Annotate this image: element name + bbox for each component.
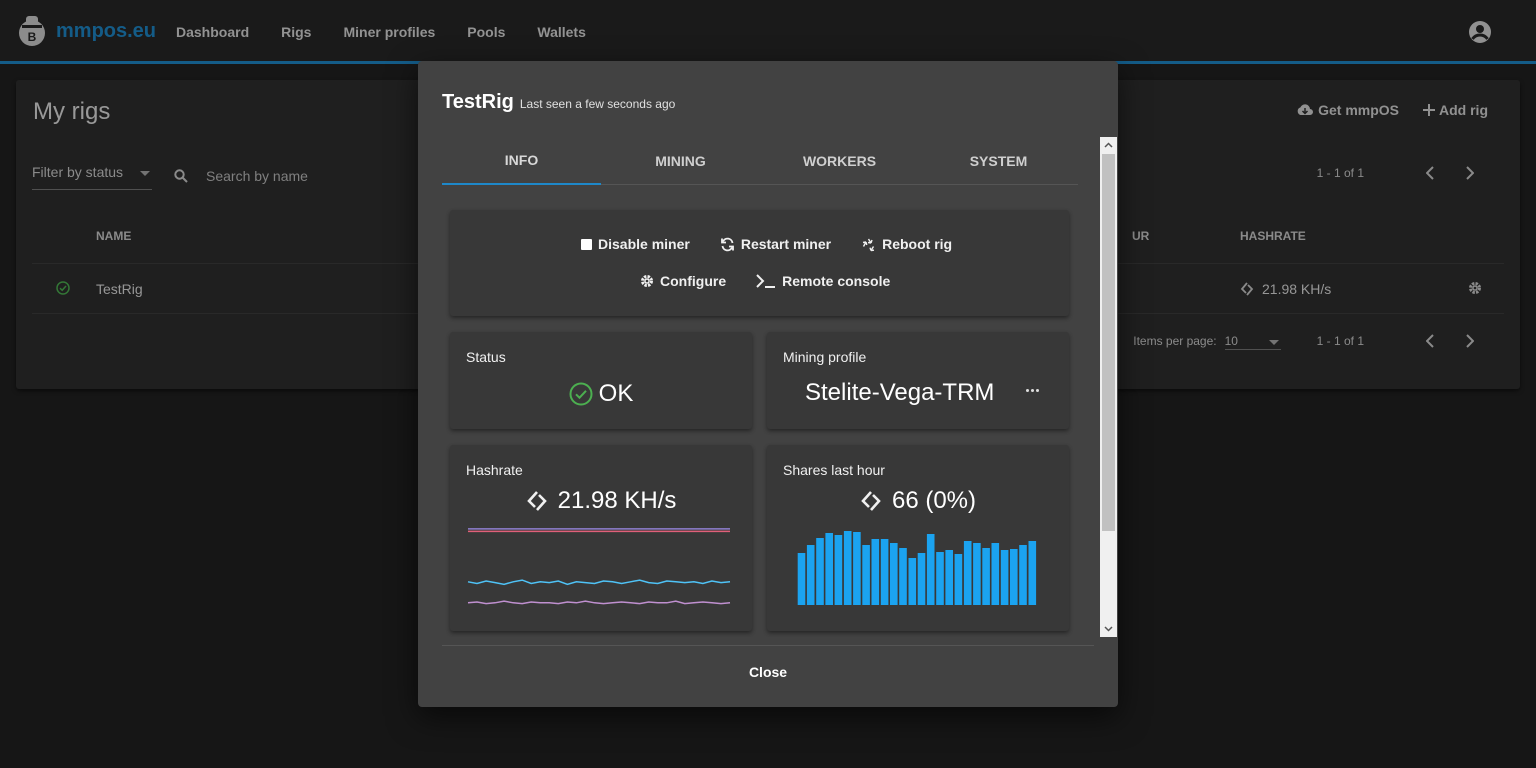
hashrate-chart (467, 528, 731, 605)
dialog-tabs: INFO MINING WORKERS SYSTEM (442, 137, 1078, 185)
scroll-up-arrow-icon[interactable] (1104, 141, 1113, 150)
shares-bar (917, 553, 926, 605)
gear-icon (641, 275, 653, 287)
shares-bar (954, 554, 963, 605)
shares-bar (806, 545, 815, 605)
rig-details-dialog: TestRig Last seen a few seconds ago INFO… (418, 61, 1118, 707)
reboot-rig-button[interactable]: Reboot rig (861, 236, 952, 252)
shares-value-text: 66 (0%) (891, 487, 977, 514)
shares-bar (936, 552, 944, 605)
last-seen-text: Last seen a few seconds ago (519, 97, 676, 111)
shares-bar (1019, 545, 1027, 605)
shares-bar (880, 539, 889, 605)
shares-bar (963, 541, 972, 605)
hashrate-icon (526, 491, 547, 511)
restart-miner-label: Restart miner (740, 236, 832, 252)
shares-label: Shares last hour (783, 462, 885, 478)
hashrate-value-text: 21.98 KH/s (557, 487, 677, 514)
shares-bar (899, 548, 907, 605)
shares-bar (843, 531, 852, 605)
dialog-content: INFO MINING WORKERS SYSTEM Disable miner… (418, 137, 1118, 637)
shares-bar (973, 543, 981, 605)
shares-bar (834, 535, 843, 605)
shares-bar (862, 545, 870, 605)
shares-chart (797, 531, 1037, 605)
close-button[interactable]: Close (718, 657, 818, 687)
dialog-scrollbar[interactable] (1100, 137, 1117, 637)
remote-console-button[interactable]: Remote console (756, 273, 890, 289)
status-label: Status (466, 349, 506, 365)
recycle-icon (862, 238, 875, 251)
shares-bar (871, 539, 880, 605)
tab-info[interactable]: INFO (442, 137, 601, 185)
more-horizontal-icon[interactable] (1026, 389, 1039, 392)
shares-bar (825, 533, 833, 605)
tab-mining[interactable]: MINING (601, 137, 760, 185)
tab-workers[interactable]: WORKERS (760, 137, 919, 185)
terminal-icon (756, 274, 776, 288)
disable-miner-checkbox[interactable] (581, 238, 592, 250)
shares-bar (1000, 550, 1009, 605)
tab-system[interactable]: SYSTEM (919, 137, 1078, 185)
dialog-divider (442, 645, 1094, 646)
shares-bar (853, 532, 861, 605)
dialog-rig-name: TestRig (442, 91, 514, 113)
disable-miner-label: Disable miner (598, 236, 690, 252)
shares-bar (908, 558, 917, 605)
scrollbar-thumb[interactable] (1102, 154, 1115, 531)
restart-miner-button[interactable]: Restart miner (720, 236, 831, 252)
status-value: OK (450, 380, 752, 408)
mining-profile-label: Mining profile (783, 349, 867, 365)
shares-bar (945, 550, 953, 605)
shares-bar (991, 543, 1000, 605)
mining-profile-panel: Mining profile Stelite-Vega-TRM (767, 332, 1069, 429)
configure-button[interactable]: Configure (640, 273, 726, 289)
reboot-rig-label: Reboot rig (882, 236, 953, 252)
remote-console-label: Remote console (782, 273, 891, 289)
shares-bar (797, 553, 806, 605)
status-panel: Status OK (450, 332, 752, 429)
hashrate-panel: Hashrate 21.98 KH/s (450, 445, 752, 631)
check-circle-icon (569, 382, 593, 406)
hashrate-series-line-2 (467, 579, 731, 586)
disable-miner-button[interactable]: Disable miner (581, 236, 690, 252)
shares-bar (1010, 549, 1018, 605)
shares-bar (926, 534, 935, 605)
mining-profile-value: Stelite-Vega-TRM (805, 379, 995, 406)
refresh-icon (720, 237, 734, 251)
actions-row-2: Configure Remote console (640, 273, 890, 289)
hashrate-label: Hashrate (466, 462, 523, 478)
shares-panel: Shares last hour 66 (0%) (767, 445, 1069, 631)
dialog-title: TestRig Last seen a few seconds ago (442, 91, 675, 114)
hashrate-value: 21.98 KH/s (450, 487, 752, 515)
shares-bar (890, 543, 898, 605)
rig-actions-panel: Disable miner Restart miner Reboot rig C… (450, 210, 1069, 316)
actions-row-1: Disable miner Restart miner Reboot rig (581, 236, 952, 252)
scroll-down-arrow-icon[interactable] (1104, 624, 1113, 633)
hashrate-series-line-3 (467, 600, 731, 605)
status-value-text: OK (598, 380, 634, 407)
shares-value: 66 (0%) (767, 487, 1069, 515)
shares-bar (982, 548, 990, 605)
hashrate-icon (861, 491, 881, 511)
shares-bar (816, 538, 824, 605)
shares-bar (1028, 541, 1037, 605)
configure-label: Configure (660, 273, 727, 289)
